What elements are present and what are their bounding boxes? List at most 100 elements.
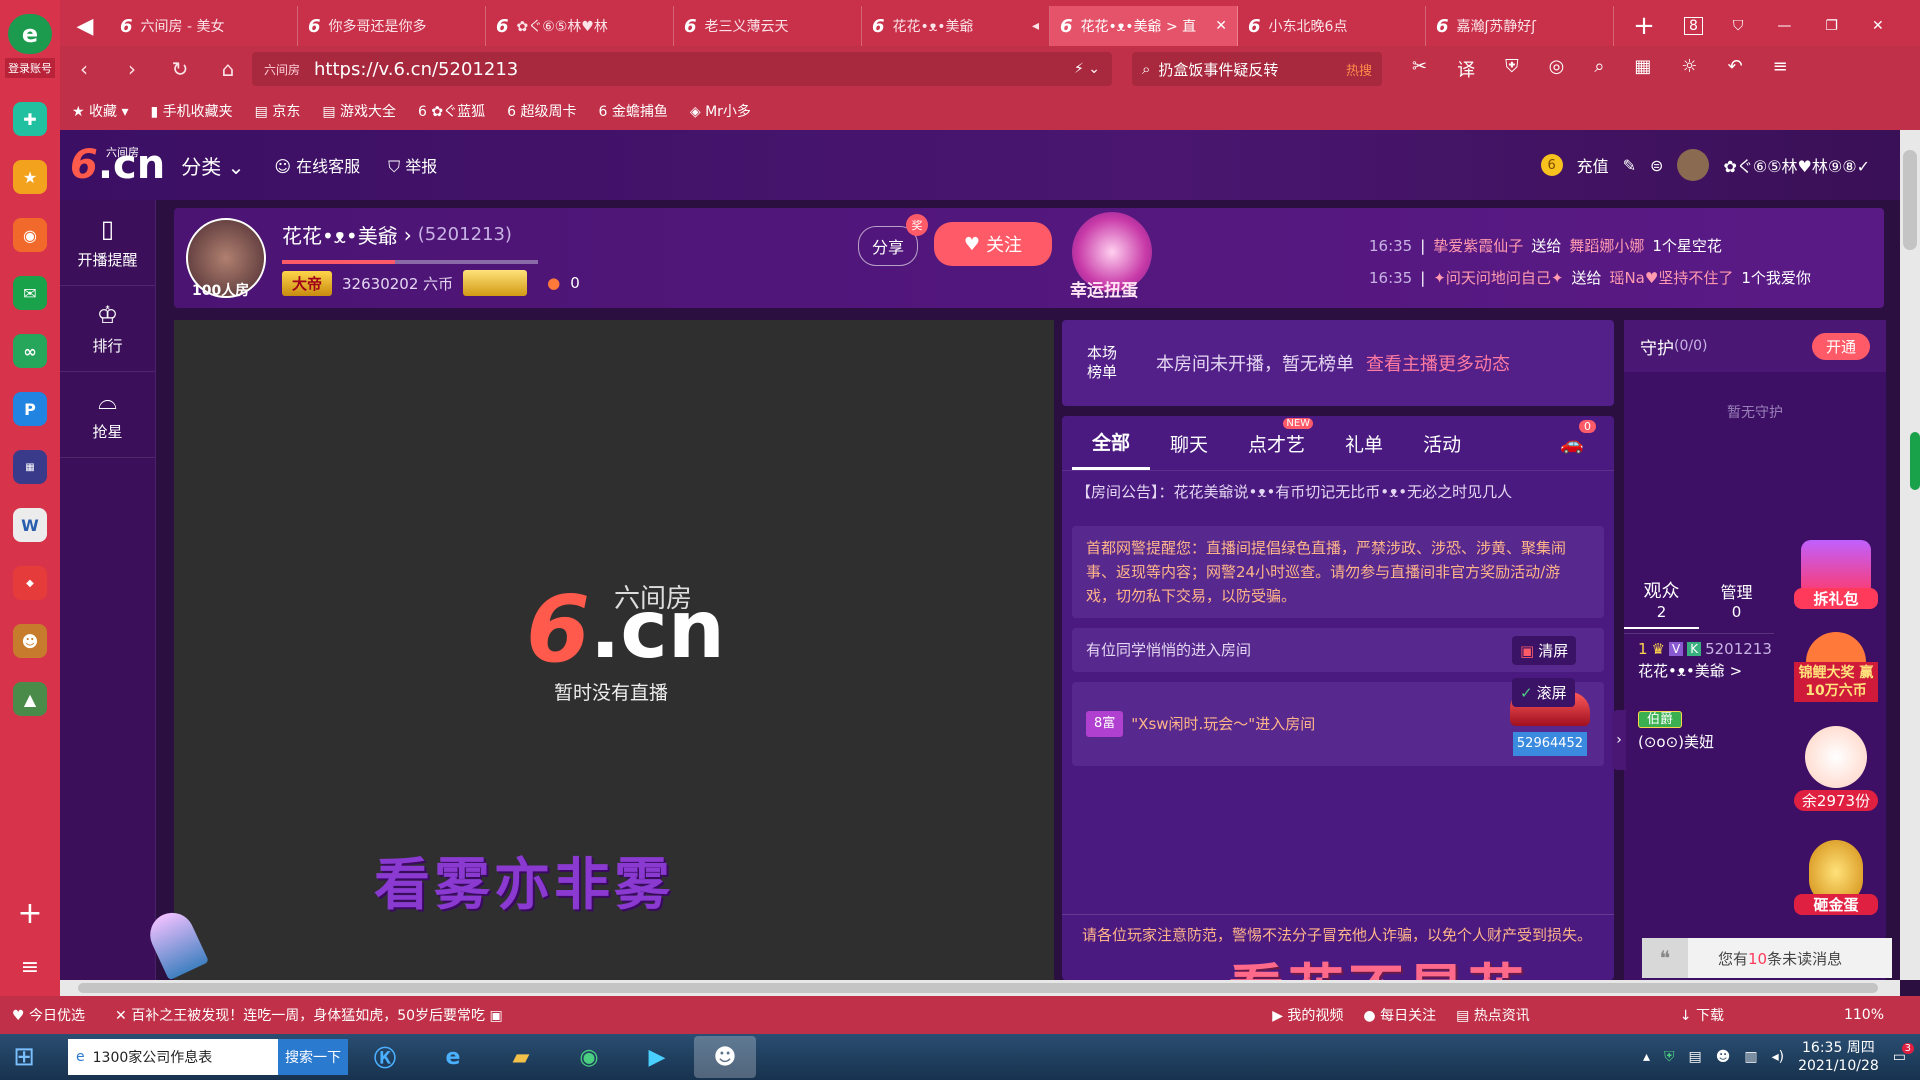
search-box[interactable]: ⌕ 扔盒饭事件疑反转 热搜: [1132, 52, 1382, 86]
skin-icon[interactable]: ⛉: [1733, 18, 1744, 34]
tray-arrow-icon[interactable]: ▴: [1643, 1049, 1650, 1065]
speaker-icon[interactable]: ◂: [1032, 18, 1039, 34]
gamepad-icon[interactable]: ◎: [1549, 56, 1565, 82]
chat-tab-talent[interactable]: 点才艺 NEW: [1228, 416, 1325, 470]
car-icon[interactable]: 🚗 0: [1540, 416, 1604, 470]
collapse-arrow-icon[interactable]: ›: [1612, 710, 1626, 770]
bookmark-favorites[interactable]: ★ 收藏 ▾: [72, 101, 129, 121]
forward-icon[interactable]: ›: [108, 57, 156, 81]
start-button-icon[interactable]: ⊞: [0, 1034, 48, 1080]
anchor-dynamic-link[interactable]: 查看主播更多动态: [1366, 350, 1510, 376]
mail-icon[interactable]: ✉: [13, 276, 47, 310]
side-float-handle[interactable]: [1910, 432, 1920, 490]
scroll-screen-button[interactable]: ✓ 滚屏: [1512, 678, 1575, 707]
guard-open-button[interactable]: 开通: [1811, 332, 1870, 360]
menu-icon[interactable]: ≡: [1773, 56, 1788, 82]
admin-tab[interactable]: 管理 0: [1699, 579, 1774, 627]
user-avatar[interactable]: [1677, 149, 1710, 181]
tab-count-badge[interactable]: 8: [1684, 17, 1703, 35]
side-nav-ranking[interactable]: ♔ 排行: [60, 286, 155, 372]
recharge-link[interactable]: 充值: [1577, 153, 1609, 177]
undo-icon[interactable]: ↶: [1728, 56, 1743, 82]
login-account-label[interactable]: 登录账号: [5, 58, 55, 78]
grid-icon[interactable]: ▦: [1634, 56, 1651, 82]
tab-6-active[interactable]: 6 花花•ᴥ•美爺 > 直 ✕: [1050, 6, 1238, 46]
bookmark-lanhu[interactable]: 6 ✿ぐ蓝狐: [418, 101, 485, 121]
tray-qq-icon[interactable]: ☻: [1716, 1049, 1731, 1065]
side-nav-live-reminder[interactable]: ▯ 开播提醒: [60, 200, 155, 286]
audience-list-item[interactable]: 伯爵 (⊙o⊙)美妞: [1638, 708, 1788, 752]
browser-taskbar-icon[interactable]: ◉: [558, 1036, 620, 1078]
unread-message-bar[interactable]: ❝ 您有10条未读消息: [1642, 938, 1892, 978]
daily-follow-link[interactable]: ● 每日关注: [1363, 1005, 1436, 1025]
vertical-scrollbar[interactable]: [1900, 130, 1920, 980]
star-icon[interactable]: ★: [13, 160, 47, 194]
side-nav-grab-star[interactable]: ⌓ 抢星: [60, 372, 155, 458]
k-app-icon[interactable]: Ⓚ: [354, 1036, 416, 1078]
ie-icon[interactable]: e: [422, 1036, 484, 1078]
my-video-link[interactable]: ▶ 我的视频: [1272, 1005, 1343, 1025]
close-window-icon[interactable]: ✕: [1872, 18, 1884, 34]
tray-network-icon[interactable]: ▥: [1744, 1049, 1757, 1065]
minimize-icon[interactable]: —: [1777, 18, 1791, 34]
taskbar-search-button[interactable]: 搜索一下: [278, 1039, 348, 1075]
anchor-name-row[interactable]: 花花•ᴥ•美爺 › (5201213): [282, 220, 512, 249]
sidebar-app-icon-1[interactable]: ✚: [13, 102, 47, 136]
p-app-icon[interactable]: P: [13, 392, 47, 426]
promo-lucky-cat[interactable]: 余2973份: [1794, 726, 1878, 811]
taskbar-search-field[interactable]: e 1300家公司作息表: [68, 1039, 278, 1075]
edit-icon[interactable]: ✎: [1623, 156, 1636, 175]
follow-button[interactable]: ♥ 关注: [934, 222, 1052, 266]
clock[interactable]: 16:35 周四 2021/10/28: [1798, 1039, 1879, 1075]
username[interactable]: ✿ぐ⑥⑤林♥林⑨⑧✓: [1723, 153, 1870, 177]
shield-icon[interactable]: ⛨: [1505, 56, 1519, 82]
rank-board-title[interactable]: 本场榜单: [1082, 344, 1122, 382]
scroll-thumb[interactable]: [1903, 150, 1917, 250]
close-tab-icon[interactable]: ✕: [1215, 18, 1227, 34]
tab-1[interactable]: 6 六间房 - 美女: [110, 6, 298, 46]
tray-volume-icon[interactable]: ◂): [1772, 1049, 1785, 1065]
promo-golden-egg[interactable]: 砸金蛋: [1794, 840, 1878, 915]
menu-list-icon[interactable]: ≡: [21, 955, 39, 980]
folder-icon[interactable]: ▰: [490, 1036, 552, 1078]
today-picks[interactable]: ♥ 今日优选: [12, 1005, 85, 1025]
lucky-egg-label[interactable]: 幸运扭蛋: [1070, 276, 1138, 301]
chat-tab-gifts[interactable]: 礼单: [1325, 416, 1403, 470]
notification-icon[interactable]: ▭ 3: [1893, 1043, 1914, 1065]
chat-tab-all[interactable]: 全部: [1072, 416, 1151, 470]
castle-game-icon[interactable]: ▲: [13, 682, 47, 716]
tray-app-icon[interactable]: ▤: [1688, 1049, 1701, 1065]
h-scroll-thumb[interactable]: [78, 983, 1878, 993]
clear-screen-button[interactable]: ▣ 清屏: [1512, 636, 1577, 665]
lightning-icon[interactable]: ⚡ ⌄: [1074, 61, 1100, 77]
bookmark-mobile[interactable]: ▮ 手机收藏夹: [151, 101, 233, 121]
add-icon[interactable]: +: [17, 896, 42, 931]
game-character-icon[interactable]: ☻: [13, 624, 47, 658]
back-icon[interactable]: ‹: [60, 57, 108, 81]
share-app-icon[interactable]: ∞: [13, 334, 47, 368]
tab-4[interactable]: 6 老三义薄云天: [674, 6, 862, 46]
bookmark-fish[interactable]: 6 金蟾捕鱼: [598, 101, 667, 121]
site-logo[interactable]: 6 .cn 六间房: [60, 142, 165, 188]
video-player[interactable]: 6 .cn 六间房 暂时没有直播 看雾亦非雾: [142, 320, 1054, 981]
home-icon[interactable]: ⌂: [204, 57, 252, 81]
report-link[interactable]: ⛉ 举报: [388, 153, 437, 177]
audience-tab[interactable]: 观众 2: [1624, 577, 1699, 629]
restore-icon[interactable]: ❐: [1825, 18, 1838, 34]
online-service-link[interactable]: ☺ 在线客服: [274, 153, 360, 177]
active-app-icon[interactable]: ☻: [694, 1036, 756, 1078]
audience-list-item[interactable]: 1 ♛ V K 5201213 花花•ᴥ•美爺 >: [1638, 640, 1788, 681]
tab-5[interactable]: 6 花花•ᴥ•美爺 ◂: [862, 6, 1050, 46]
promo-gift-pack[interactable]: 拆礼包: [1794, 540, 1878, 609]
scissors-icon[interactable]: ✂: [1412, 56, 1427, 82]
category-menu[interactable]: 分类 ⌄: [181, 151, 244, 180]
message-icon[interactable]: ⊜: [1650, 156, 1663, 175]
promo-koi[interactable]: 锦鲤大奖 赢10万六币: [1794, 632, 1878, 702]
chat-tab-events[interactable]: 活动: [1403, 416, 1481, 470]
bookmark-weekcard[interactable]: 6 超级周卡: [507, 101, 576, 121]
browser-logo-icon[interactable]: e: [8, 14, 52, 54]
bookmark-mrxiaoduo[interactable]: ◈ Mr小多: [690, 101, 751, 121]
telegram-icon[interactable]: ◀: [60, 6, 110, 46]
word-icon[interactable]: W: [13, 508, 47, 542]
news-ticker[interactable]: ✕ 百补之王被发现！连吃一周，身体猛如虎，50岁后要常吃 ▣: [115, 1005, 503, 1025]
